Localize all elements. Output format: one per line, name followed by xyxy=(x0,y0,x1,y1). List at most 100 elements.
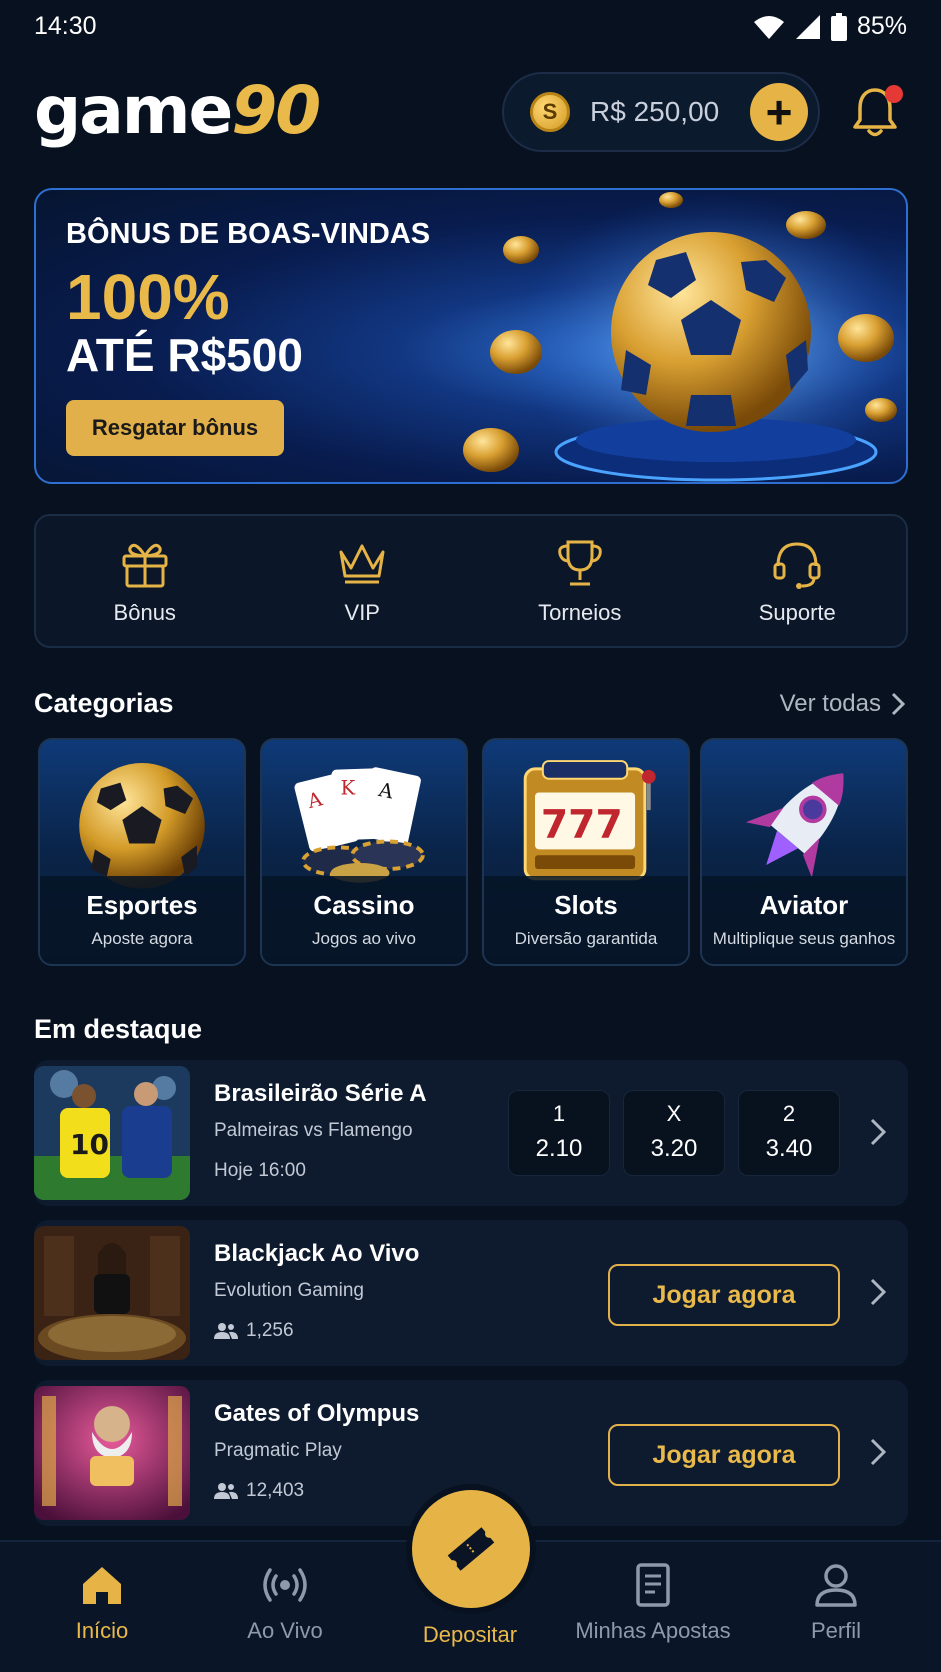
add-funds-button[interactable]: + xyxy=(750,83,808,141)
nav-label: Depositar xyxy=(422,1622,518,1647)
category-card-sports[interactable]: Esportes Aposte agora xyxy=(38,738,246,966)
game-title: Blackjack Ao Vivo xyxy=(214,1240,420,1267)
nav-profile[interactable]: Perfil xyxy=(746,1562,926,1644)
game-row-blackjack[interactable]: Blackjack Ao Vivo Evolution Gaming 1,256… xyxy=(34,1220,908,1366)
logo-accent: 90 xyxy=(231,72,321,149)
status-time: 14:30 xyxy=(34,12,97,40)
soccer-ball-icon xyxy=(79,763,205,889)
quick-action-tournaments[interactable]: Torneios xyxy=(471,516,689,646)
rocket-icon xyxy=(745,773,844,878)
game-title: Gates of Olympus xyxy=(214,1400,420,1427)
odd-label: 2 xyxy=(782,1101,796,1126)
nav-home[interactable]: Início xyxy=(12,1562,192,1644)
broadcast-icon xyxy=(263,1568,307,1602)
home-icon xyxy=(83,1567,121,1604)
users-icon xyxy=(214,1483,238,1499)
user-icon xyxy=(815,1564,857,1607)
balance-amount: R$ 250,00 xyxy=(590,96,720,127)
category-footer: Slots Diversão garantida xyxy=(484,876,688,964)
document-icon xyxy=(636,1563,670,1607)
category-card-slots[interactable]: 777 Slots Diversão garantida xyxy=(482,738,690,966)
coin-icon: S xyxy=(530,92,570,132)
cards-chips-icon: A K A xyxy=(294,767,425,883)
headset-icon xyxy=(773,542,821,589)
odd-button-away[interactable]: 2 3.40 xyxy=(738,1090,840,1176)
quick-action-label: Torneios xyxy=(538,600,622,625)
chevron-right-icon[interactable] xyxy=(868,1276,888,1308)
game-provider: Pragmatic Play xyxy=(214,1440,342,1461)
claim-bonus-button[interactable]: Resgatar bônus xyxy=(66,400,284,456)
match-time: Hoje 16:00 xyxy=(214,1160,306,1181)
category-subtitle: Diversão garantida xyxy=(514,929,658,948)
category-name: Aviator xyxy=(759,890,849,920)
match-row[interactable]: 10 Brasileirão Série A Palmeiras vs Flam… xyxy=(34,1060,908,1206)
quick-action-vip[interactable]: VIP xyxy=(254,516,472,646)
chevron-right-icon[interactable] xyxy=(868,1116,888,1148)
category-subtitle: Multiplique seus ganhos xyxy=(712,929,896,948)
match-league: Brasileirão Série A xyxy=(214,1080,427,1107)
svg-text:777: 777 xyxy=(541,803,623,848)
category-name: Esportes xyxy=(86,890,198,920)
quick-actions: Bônus VIP Torneios Suporte xyxy=(34,514,908,648)
see-all-label: Ver todas xyxy=(779,690,881,717)
player-count: 1,256 xyxy=(214,1320,294,1342)
category-footer: Aviator Multiplique seus ganhos xyxy=(702,876,906,964)
category-footer: Esportes Aposte agora xyxy=(40,876,244,964)
category-card-aviator[interactable]: Aviator Multiplique seus ganhos xyxy=(700,738,908,966)
battery-level: 85% xyxy=(856,12,907,40)
category-subtitle: Jogos ao vivo xyxy=(312,929,416,948)
nav-label: Perfil xyxy=(810,1618,862,1643)
deposit-fab-button[interactable] xyxy=(412,1490,530,1608)
svg-text:10: 10 xyxy=(70,1128,109,1161)
nav-my-bets[interactable]: Minhas Apostas xyxy=(563,1562,743,1644)
odd-button-home[interactable]: 1 2.10 xyxy=(508,1090,610,1176)
category-card-casino[interactable]: A K A Cassino Jogos ao vivo xyxy=(260,738,468,966)
quick-action-label: Suporte xyxy=(758,600,836,625)
soccer-ball-trophy-art xyxy=(463,190,906,482)
match-teams: Palmeiras vs Flamengo xyxy=(214,1120,413,1141)
category-name: Cassino xyxy=(313,890,415,920)
chevron-right-icon[interactable] xyxy=(868,1436,888,1468)
signal-icon xyxy=(795,14,820,39)
welcome-bonus-banner[interactable]: BÔNUS DE BOAS-VINDAS 100% ATÉ R$500 Resg… xyxy=(34,188,908,484)
notification-badge xyxy=(885,85,903,103)
users-icon xyxy=(214,1323,238,1339)
ticket-icon xyxy=(447,1527,495,1571)
blackjack-thumbnail xyxy=(34,1226,190,1360)
quick-action-support[interactable]: Suporte xyxy=(689,516,907,646)
category-footer: Cassino Jogos ao vivo xyxy=(262,876,466,964)
quick-action-label: VIP xyxy=(344,600,380,625)
odd-value: 2.10 xyxy=(535,1135,583,1162)
see-all-link[interactable]: Ver todas xyxy=(780,690,905,718)
match-thumbnail: 10 xyxy=(34,1066,190,1200)
trophy-icon xyxy=(557,540,602,586)
wifi-icon xyxy=(753,15,784,39)
nav-label: Ao Vivo xyxy=(247,1618,323,1643)
play-now-button[interactable]: Jogar agora xyxy=(608,1264,840,1326)
game-provider: Evolution Gaming xyxy=(214,1280,364,1301)
nav-label: Início xyxy=(75,1618,129,1643)
odd-button-draw[interactable]: X 3.20 xyxy=(623,1090,725,1176)
odd-label: X xyxy=(666,1101,682,1126)
banner-amount: ATÉ R$500 xyxy=(66,329,303,381)
wallet-balance[interactable]: S R$ 250,00 + xyxy=(502,72,820,152)
app-logo[interactable]: game90 xyxy=(34,78,321,144)
nav-live[interactable]: Ao Vivo xyxy=(195,1562,375,1644)
categories-title: Categorias xyxy=(34,688,174,718)
nav-deposit[interactable]: Depositar xyxy=(380,1622,560,1648)
svg-text:K: K xyxy=(340,776,355,799)
olympus-thumbnail xyxy=(34,1386,190,1520)
chevron-right-icon xyxy=(891,692,905,716)
slot-machine-icon: 777 xyxy=(523,760,656,881)
status-icons: 85% xyxy=(753,12,907,41)
odd-label: 1 xyxy=(552,1101,566,1126)
odd-value: 3.40 xyxy=(765,1135,813,1162)
play-now-button[interactable]: Jogar agora xyxy=(608,1424,840,1486)
crown-icon xyxy=(339,544,385,584)
player-count: 12,403 xyxy=(214,1480,304,1502)
logo-text: game xyxy=(34,72,233,149)
featured-title: Em destaque xyxy=(34,1014,203,1044)
category-subtitle: Aposte agora xyxy=(91,929,193,948)
gift-icon xyxy=(122,543,168,588)
quick-action-bonus[interactable]: Bônus xyxy=(36,516,254,646)
